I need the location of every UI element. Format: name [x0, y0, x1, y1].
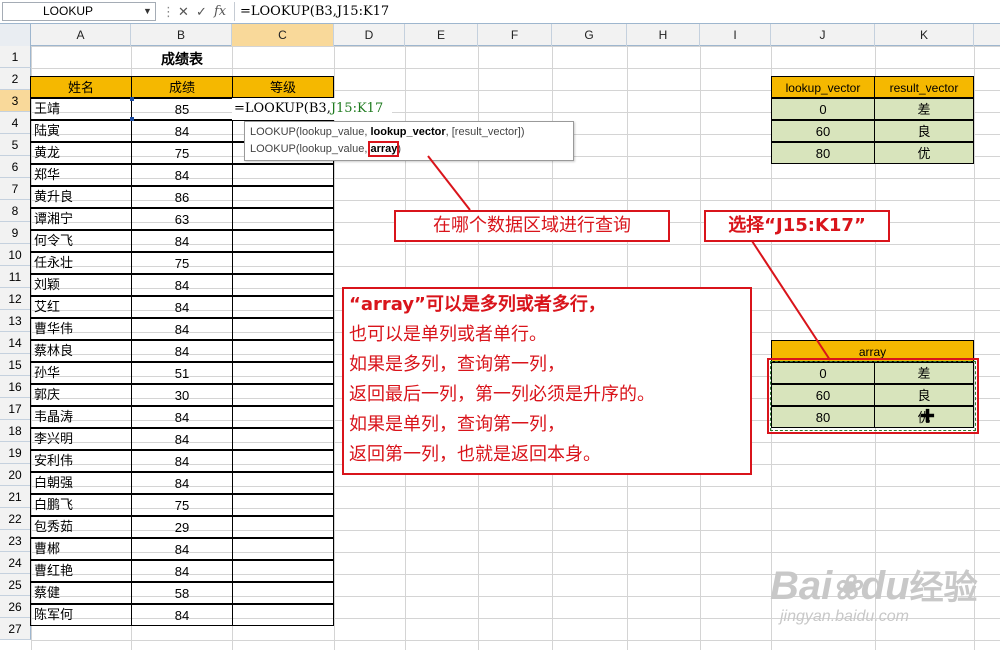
explanation-line: 返回第一列，也就是返回本身。 [349, 444, 601, 465]
explanation-line: 如果是多列，查询第一列， [349, 354, 565, 375]
callout-explanation: “array”可以是多列或者多行， 也可以是单列或者单行。 如果是多列，查询第一列，… [342, 287, 752, 475]
explanation-line: 也可以是单列或者单行。 [349, 324, 547, 345]
watermark-logo: Bai❀du经验 [770, 564, 978, 608]
callout-select-range: 选择“J15:K17” [704, 210, 890, 242]
callout-query-area: 在哪个数据区域进行查询 [394, 210, 670, 242]
connector-query [427, 155, 471, 211]
paw-icon: ❀ [832, 569, 861, 607]
explanation-line: 如果是单列，查询第一列， [349, 414, 565, 435]
watermark-url: jingyan.baidu.com [780, 608, 909, 625]
explanation-line: 返回最后一列，第一列必须是升序的。 [349, 384, 655, 405]
explanation-line: “array”可以是多列或者多行， [349, 294, 606, 315]
connector-select [751, 240, 831, 361]
